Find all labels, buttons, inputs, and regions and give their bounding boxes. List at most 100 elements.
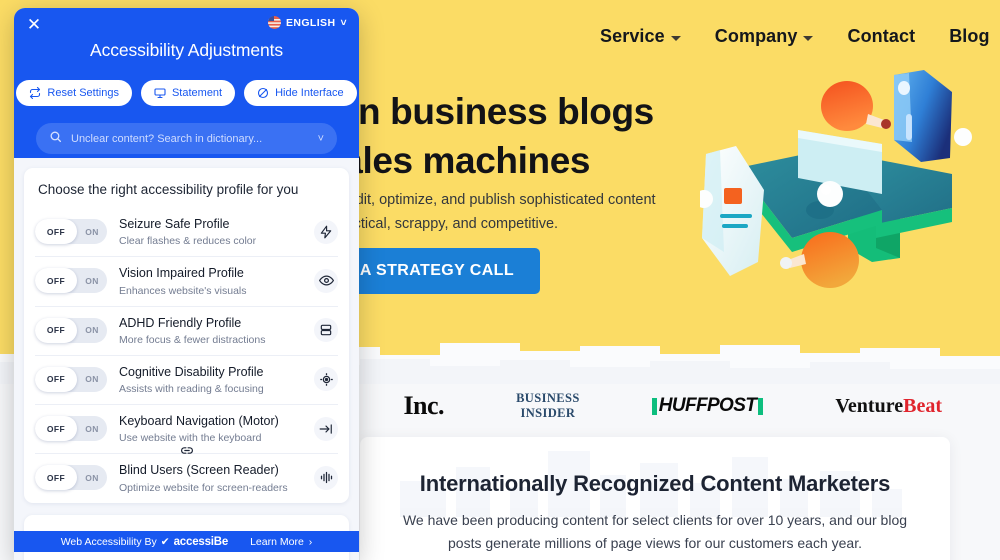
profile-row-vision-impaired: OFF ON Vision Impaired Profile Enhances …	[24, 256, 349, 305]
toggle-on-label: ON	[85, 226, 99, 237]
reset-icon	[29, 87, 41, 99]
check-icon: ✔	[160, 535, 170, 548]
accessibe-branding: Web Accessibility By ✔ accessiBe	[60, 535, 229, 548]
reset-settings-label: Reset Settings	[47, 87, 119, 99]
card-title: Internationally Recognized Content Marke…	[419, 471, 891, 496]
eye-icon	[314, 268, 338, 293]
profile-text: Vision Impaired Profile Enhances website…	[119, 265, 302, 296]
panel-title: Accessibility Adjustments	[90, 40, 283, 60]
nav-item-contact[interactable]: Contact	[847, 26, 915, 47]
logo-bi-line1: BUSINESS	[516, 391, 580, 406]
profile-description: Clear flashes & reduces color	[119, 235, 257, 248]
profiles-heading: Choose the right accessibility profile f…	[38, 182, 299, 197]
logo-business-insider: BUSINESS INSIDER	[516, 391, 580, 421]
statement-icon	[154, 87, 166, 99]
nav-item-label: Contact	[847, 26, 916, 46]
link-cursor-icon	[180, 443, 193, 461]
profile-description: Use website with the keyboard	[119, 432, 262, 445]
learn-more-label: Learn More	[250, 535, 304, 548]
logo-venturebeat: VentureBeat	[835, 395, 942, 418]
hide-interface-label: Hide Interface	[275, 87, 344, 99]
tab-arrow-icon	[314, 416, 338, 441]
toggle-on-label: ON	[85, 472, 99, 483]
profile-row-seizure-safe: OFF ON Seizure Safe Profile Clear flashe…	[24, 207, 349, 256]
chevron-right-icon: ›	[308, 535, 313, 548]
us-flag-icon	[267, 16, 281, 29]
learn-more-link[interactable]: Learn More ›	[250, 536, 312, 548]
profile-description: Assists with reading & focusing	[119, 383, 264, 395]
audio-wave-icon	[314, 465, 338, 490]
hide-interface-icon	[257, 87, 269, 99]
card-body-text: We have been producing content for selec…	[402, 512, 908, 551]
toggle-on-label: ON	[85, 374, 99, 385]
logo-bi-line2: INSIDER	[520, 406, 576, 420]
accessibe-brand-name: accessiBe	[173, 535, 229, 548]
profile-description: More focus & fewer distractions	[119, 333, 266, 346]
logo-huffpost: HUFFPOST	[651, 395, 764, 417]
profile-text: Seizure Safe Profile Clear flashes & red…	[119, 216, 302, 247]
profile-title: Keyboard Navigation (Motor)	[119, 414, 279, 428]
toggle-blind-users[interactable]: OFF ON	[35, 465, 107, 491]
huffpost-bar-left	[651, 397, 657, 415]
reset-settings-button[interactable]: Reset Settings	[16, 80, 132, 106]
toggle-off-label: OFF	[46, 472, 66, 483]
profile-text: Blind Users (Screen Reader) Optimize web…	[119, 462, 302, 493]
profile-title: Vision Impaired Profile	[119, 266, 244, 281]
profile-row-cognitive-disability: OFF ON Cognitive Disability Profile Assi…	[24, 354, 349, 404]
statement-button[interactable]: Statement	[140, 80, 236, 106]
logo-vb-part1: Venture	[835, 394, 904, 417]
nav-item-label: Service	[600, 26, 665, 46]
hide-interface-button[interactable]: Hide Interface	[244, 80, 357, 106]
chevron-down-icon	[803, 35, 814, 41]
toggle-seizure-safe[interactable]: OFF ON	[35, 219, 107, 245]
profile-title: Cognitive Disability Profile	[119, 364, 264, 379]
profile-text: Cognitive Disability Profile Assists wit…	[119, 364, 302, 395]
accessibility-panel-footer: Web Accessibility By ✔ accessiBe Learn M…	[14, 531, 359, 552]
web-accessibility-by-label: Web Accessibility By	[60, 535, 157, 548]
nav-item-blog[interactable]: Blog	[949, 26, 989, 47]
bolt-icon	[314, 219, 338, 244]
panel-action-buttons: Reset Settings Statement Hide Interface	[16, 80, 357, 106]
chevron-down-icon: ˅	[317, 132, 324, 145]
target-icon	[314, 367, 338, 392]
toggle-on-label: ON	[85, 423, 99, 434]
statement-label: Statement	[171, 87, 223, 99]
profile-title: ADHD Friendly Profile	[119, 315, 242, 330]
logo-huffpost-text: HUFFPOST	[658, 395, 757, 416]
logo-vb-part2: Beat	[903, 394, 942, 417]
profiles-card: Choose the right accessibility profile f…	[24, 168, 349, 503]
profile-title: Seizure Safe Profile	[119, 217, 230, 231]
chevron-down-icon	[670, 35, 681, 41]
toggle-adhd-friendly[interactable]: OFF ON	[35, 317, 107, 343]
language-label: ENGLISH	[285, 16, 336, 29]
site-navigation: Service Company Contact Blog	[600, 26, 990, 47]
toggle-cognitive-disability[interactable]: OFF ON	[35, 366, 107, 392]
profile-text: ADHD Friendly Profile More focus & fewer…	[119, 315, 302, 346]
nav-item-label: Company	[714, 26, 798, 46]
nav-item-service[interactable]: Service	[600, 26, 681, 47]
profile-row-keyboard-navigation: OFF ON Keyboard Navigation (Motor) Use w…	[24, 404, 349, 455]
profile-description: Enhances website's visuals	[119, 284, 247, 297]
language-selector[interactable]: ENGLISH ˅	[267, 16, 347, 29]
logo-inc: Inc.	[403, 391, 445, 420]
huffpost-bar-right	[758, 397, 764, 415]
accessibility-panel: ✕ ENGLISH ˅ Accessibility Adjustments Re…	[14, 8, 359, 560]
search-icon	[49, 130, 62, 148]
toggle-vision-impaired[interactable]: OFF ON	[35, 268, 107, 294]
profile-row-adhd-friendly: OFF ON ADHD Friendly Profile More focus …	[24, 305, 349, 355]
toggle-off-label: OFF	[46, 275, 66, 286]
toggle-on-label: ON	[85, 325, 99, 336]
profile-title: Blind Users (Screen Reader)	[119, 463, 279, 478]
toggle-off-label: OFF	[46, 226, 66, 237]
toggle-off-label: OFF	[46, 374, 66, 385]
nav-item-company[interactable]: Company	[715, 26, 814, 47]
toggle-keyboard-navigation[interactable]: OFF ON	[35, 416, 107, 442]
close-icon[interactable]: ✕	[24, 15, 44, 35]
dictionary-search-input[interactable]: Unclear content? Search in dictionary...…	[36, 123, 337, 154]
toggle-off-label: OFF	[46, 423, 66, 434]
chevron-down-icon: ˅	[340, 16, 347, 29]
recognition-card: Internationally Recognized Content Marke…	[360, 437, 950, 560]
accessibility-panel-body: Choose the right accessibility profile f…	[14, 158, 359, 560]
ping-pong-illustration	[695, 62, 1000, 362]
accessibility-panel-header: ✕ ENGLISH ˅ Accessibility Adjustments Re…	[14, 8, 359, 158]
